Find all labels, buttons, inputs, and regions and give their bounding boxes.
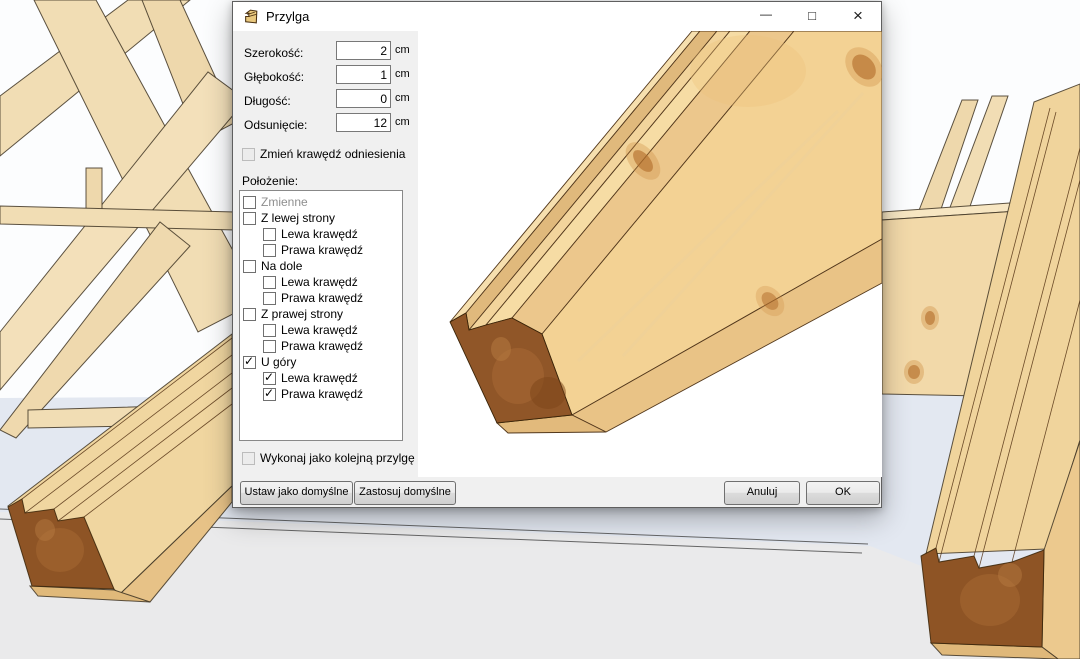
checkbox-label: Lewa krawędź	[281, 275, 358, 289]
position-listbox[interactable]: Zmienne Z lewej strony Lewa krawędź Praw…	[239, 190, 403, 441]
checkbox[interactable]	[263, 228, 276, 241]
width-label: Szerokość:	[244, 46, 303, 61]
titlebar[interactable]: Przylga — □ ×	[233, 2, 881, 31]
checkbox[interactable]	[263, 372, 276, 385]
checkbox[interactable]	[263, 276, 276, 289]
przylga-dialog: Przylga — □ ×	[232, 1, 882, 508]
maximize-button[interactable]: □	[789, 2, 835, 31]
checkbox-label: Na dole	[261, 259, 302, 273]
depth-unit: cm	[395, 68, 410, 83]
checkbox-label: Prawa krawędź	[281, 291, 363, 305]
checkbox-label: Prawa krawędź	[281, 387, 363, 401]
checkbox-label: Zmień krawędź odniesienia	[260, 147, 405, 161]
set-default-button[interactable]: Ustaw jako domyślne	[240, 481, 353, 505]
checkbox-label: Z lewej strony	[261, 211, 335, 225]
preview-panel[interactable]	[418, 31, 882, 477]
checkbox-label: U góry	[261, 355, 296, 369]
checkbox[interactable]	[243, 356, 256, 369]
apply-default-button[interactable]: Zastosuj domyślne	[354, 481, 456, 505]
position-option[interactable]: Prawa krawędź	[263, 290, 402, 306]
checkbox-label: Z prawej strony	[261, 307, 343, 321]
ok-button[interactable]: OK	[806, 481, 880, 505]
position-option[interactable]: Lewa krawędź	[263, 370, 402, 386]
position-option[interactable]: Na dole	[243, 258, 402, 274]
checkbox-label: Lewa krawędź	[281, 323, 358, 337]
checkbox[interactable]	[263, 292, 276, 305]
preview-3d-view	[418, 31, 882, 477]
checkbox-label: Prawa krawędź	[281, 243, 363, 257]
offset-input[interactable]	[336, 113, 391, 132]
end-grain-blotch	[530, 377, 566, 409]
checkbox-label: Prawa krawędź	[281, 339, 363, 353]
end-grain-blotch	[491, 337, 511, 361]
close-button[interactable]: ×	[835, 2, 881, 31]
checkbox[interactable]	[242, 148, 255, 161]
checkbox[interactable]	[242, 452, 255, 465]
checkbox[interactable]	[243, 212, 256, 225]
checkbox[interactable]	[263, 340, 276, 353]
app-root: { "window": { "title": "Przylga", "contr…	[0, 0, 1080, 659]
checkbox-label: Wykonaj jako kolejną przylgę	[260, 451, 415, 465]
checkbox[interactable]	[263, 388, 276, 401]
end-grain-blotch	[998, 563, 1022, 587]
position-option[interactable]: Lewa krawędź	[263, 274, 402, 290]
cancel-button[interactable]: Anuluj	[724, 481, 800, 505]
position-option[interactable]: Prawa krawędź	[263, 338, 402, 354]
position-option[interactable]: Zmienne	[243, 194, 402, 210]
checkbox[interactable]	[263, 244, 276, 257]
position-option[interactable]: Prawa krawędź	[263, 386, 402, 402]
offset-unit: cm	[395, 116, 410, 131]
depth-label: Głębokość:	[244, 70, 304, 85]
width-input[interactable]	[336, 41, 391, 60]
checkbox[interactable]	[263, 324, 276, 337]
position-group-label: Położenie:	[242, 174, 298, 188]
position-option[interactable]: Z lewej strony	[243, 210, 402, 226]
checkbox[interactable]	[243, 308, 256, 321]
checkbox-label: Zmienne	[261, 195, 308, 209]
window-title: Przylga	[266, 2, 309, 31]
position-option[interactable]: Lewa krawędź	[263, 322, 402, 338]
checkbox-label: Lewa krawędź	[281, 371, 358, 385]
minimize-button[interactable]: —	[743, 2, 789, 31]
checkbox[interactable]	[243, 260, 256, 273]
wood-knot	[908, 365, 920, 379]
length-input[interactable]	[336, 89, 391, 108]
make-as-next-rebate-option[interactable]: Wykonaj jako kolejną przylgę	[242, 450, 415, 466]
change-reference-edge-option[interactable]: Zmień krawędź odniesienia	[242, 146, 405, 162]
depth-input[interactable]	[336, 65, 391, 84]
position-option[interactable]: Prawa krawędź	[263, 242, 402, 258]
length-unit: cm	[395, 92, 410, 107]
beam-profile-icon	[243, 8, 260, 25]
width-unit: cm	[395, 44, 410, 59]
position-option[interactable]: Lewa krawędź	[263, 226, 402, 242]
wood-knot	[925, 311, 935, 325]
offset-label: Odsunięcie:	[244, 118, 307, 133]
position-option[interactable]: Z prawej strony	[243, 306, 402, 322]
length-label: Długość:	[244, 94, 291, 109]
checkbox-label: Lewa krawędź	[281, 227, 358, 241]
end-grain-blotch	[35, 519, 55, 541]
position-option[interactable]: U góry	[243, 354, 402, 370]
wood-shade	[690, 35, 806, 107]
checkbox[interactable]	[243, 196, 256, 209]
